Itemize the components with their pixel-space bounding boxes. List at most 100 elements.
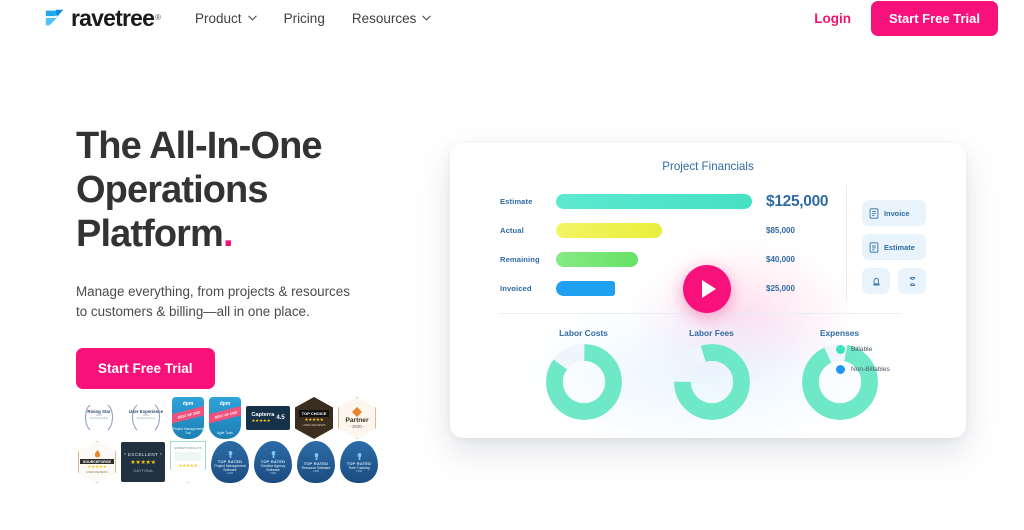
badge-top-rated-resource: TOP RATED Resource Software CRM: [297, 441, 335, 483]
bar-label: Actual: [500, 226, 524, 235]
donut-title: Expenses: [819, 328, 860, 338]
donut-title: Labor Costs: [559, 328, 608, 338]
play-icon: [702, 280, 716, 298]
bar-value: $125,000: [766, 192, 829, 210]
dashboard-side-actions: Invoice Estimate: [862, 200, 928, 294]
header-start-free-trial-button[interactable]: Start Free Trial: [870, 0, 998, 36]
badge-dpm-agile-tools: dpm BEST OF 2020 Agile Tools: [209, 397, 241, 439]
chevron-down-icon: [247, 15, 257, 21]
main-nav: Product Pricing Resources: [195, 11, 432, 26]
site-header: ravetree ® Product Pricing Resources Log…: [0, 0, 1024, 36]
bar-actual: [556, 223, 662, 238]
trophy-icon: [357, 452, 361, 460]
estimate-document-icon: [869, 241, 879, 253]
landing-page: ravetree ® Product Pricing Resources Log…: [0, 0, 1024, 530]
badge-sourceforge: SOURCEFORGE ★★★★★ USER REVIEWS: [78, 441, 116, 483]
trophy-icon: [314, 452, 318, 460]
nav-item-label: Resources: [351, 10, 417, 26]
stamp-icon: [872, 277, 880, 286]
login-link[interactable]: Login: [814, 11, 851, 26]
award-badges: Rising Star 2020 FinancesOnline User Exp…: [78, 396, 378, 484]
badge-sub: USER REVIEWS: [302, 422, 326, 427]
badge-title: TOP CHOICE: [298, 409, 330, 417]
badge-source: FinancesOnline: [136, 417, 156, 421]
donut-charts: Labor Costs Labor Fees Expenses: [536, 328, 887, 426]
badge-partner-2020: Partner - 2020 -: [338, 397, 376, 439]
badge-rising-star: Rising Star 2020 FinancesOnline: [78, 400, 120, 436]
stamp-button[interactable]: [862, 268, 890, 294]
bar-invoiced: [556, 281, 615, 296]
nav-item-pricing[interactable]: Pricing: [284, 11, 325, 26]
ravetree-arrow-logo-icon: [45, 9, 64, 26]
headline-accent-dot: .: [222, 213, 234, 255]
badge-ribbon: BEST OF 2020: [172, 404, 204, 425]
badge-sub: CRM: [313, 469, 319, 473]
badge-excellent: * EXCELLENT * ★★★★★ DAYTONA: [121, 442, 165, 482]
bar-label: Remaining: [500, 255, 540, 264]
badge-source: FinancesOnline: [89, 417, 109, 421]
headline-line-2: Operations: [76, 169, 269, 211]
nav-item-label: Product: [195, 10, 242, 26]
star-rating-icon: ★★★★★: [178, 463, 198, 468]
card-horizontal-divider: [500, 313, 900, 314]
flame-icon: [94, 450, 100, 458]
badge-category: Project Management Software: [214, 463, 246, 472]
headline-line-3: Platform: [76, 213, 224, 255]
badge-rating: 4.5: [276, 415, 285, 421]
badge-dpm-project-management: dpm BEST OF 2020 Project Management Tool: [172, 397, 204, 439]
badge-ribbon-label: BEST OF 2020: [214, 409, 238, 420]
trophy-icon: [271, 450, 275, 458]
play-video-button[interactable]: [683, 265, 731, 313]
badge-year: - 2020 -: [349, 424, 365, 429]
header-actions: Login Start Free Trial: [814, 0, 998, 36]
bar-label: Estimate: [500, 197, 533, 206]
nav-item-product[interactable]: Product: [195, 11, 257, 26]
bar-track: [556, 252, 752, 267]
legend-color-swatch: [836, 365, 845, 374]
estimate-button[interactable]: Estimate: [862, 234, 926, 260]
badge-title: EXPERT INSIGHTS: [174, 446, 202, 450]
donut-labor-fees: Labor Fees: [664, 328, 759, 426]
bar-track: [556, 223, 752, 238]
legend-label: Billable: [851, 346, 873, 353]
diamond-icon: [352, 407, 362, 417]
card-vertical-divider: [846, 185, 847, 301]
invoice-document-icon: [869, 207, 879, 219]
bar-estimate: [556, 194, 752, 209]
badge-expert-insights: EXPERT INSIGHTS ★★★★★: [170, 441, 206, 483]
nav-item-resources[interactable]: Resources: [352, 11, 432, 26]
badge-ribbon: BEST OF 2020: [209, 404, 241, 425]
donut-chart-icon: [545, 344, 622, 420]
chart-legend: Billable Non-Billables: [836, 345, 890, 385]
donut-title: Labor Fees: [689, 328, 734, 338]
invoice-button-label: Invoice: [884, 208, 910, 218]
badge-user-experience: User Experience 2020 FinancesOnline: [125, 400, 167, 436]
page-title: The All-In-One Operations Platform.: [76, 124, 426, 256]
mini-action-row: [862, 268, 928, 294]
badge-row-2: SOURCEFORGE ★★★★★ USER REVIEWS * EXCELLE…: [78, 440, 378, 484]
logo-registered-mark: ®: [155, 13, 162, 22]
hero-start-free-trial-button[interactable]: Start Free Trial: [76, 348, 215, 389]
hourglass-button[interactable]: [898, 268, 926, 294]
hero-subtext: Manage everything, from projects & resou…: [76, 284, 350, 319]
nav-item-label: Pricing: [283, 10, 325, 26]
badge-graphic: [175, 452, 201, 461]
badge-sub: CRM: [270, 471, 276, 475]
badge-ribbon-label: BEST OF 2020: [177, 409, 201, 420]
invoice-button[interactable]: Invoice: [862, 200, 926, 226]
bar-value: $25,000: [766, 284, 795, 293]
logo[interactable]: ravetree ®: [44, 7, 162, 30]
bar-value: $85,000: [766, 226, 795, 235]
donut-labor-costs: Labor Costs: [536, 328, 631, 426]
legend-label: Non-Billables: [851, 366, 890, 373]
badge-caption: Agile Tools: [217, 431, 233, 435]
trophy-icon: [228, 450, 232, 458]
bar-label: Invoiced: [500, 284, 532, 293]
bar-remaining: [556, 252, 639, 267]
chevron-down-icon: [422, 15, 432, 21]
badge-capterra: Capterra ★★★★★ 4.5: [246, 406, 290, 430]
bar-value: $40,000: [766, 255, 795, 264]
badge-sub: CRM: [356, 469, 362, 473]
star-rating-icon: ★★★★★: [251, 418, 271, 423]
badge-top-choice: TOP CHOICE ★★★★★ USER REVIEWS: [295, 397, 333, 439]
